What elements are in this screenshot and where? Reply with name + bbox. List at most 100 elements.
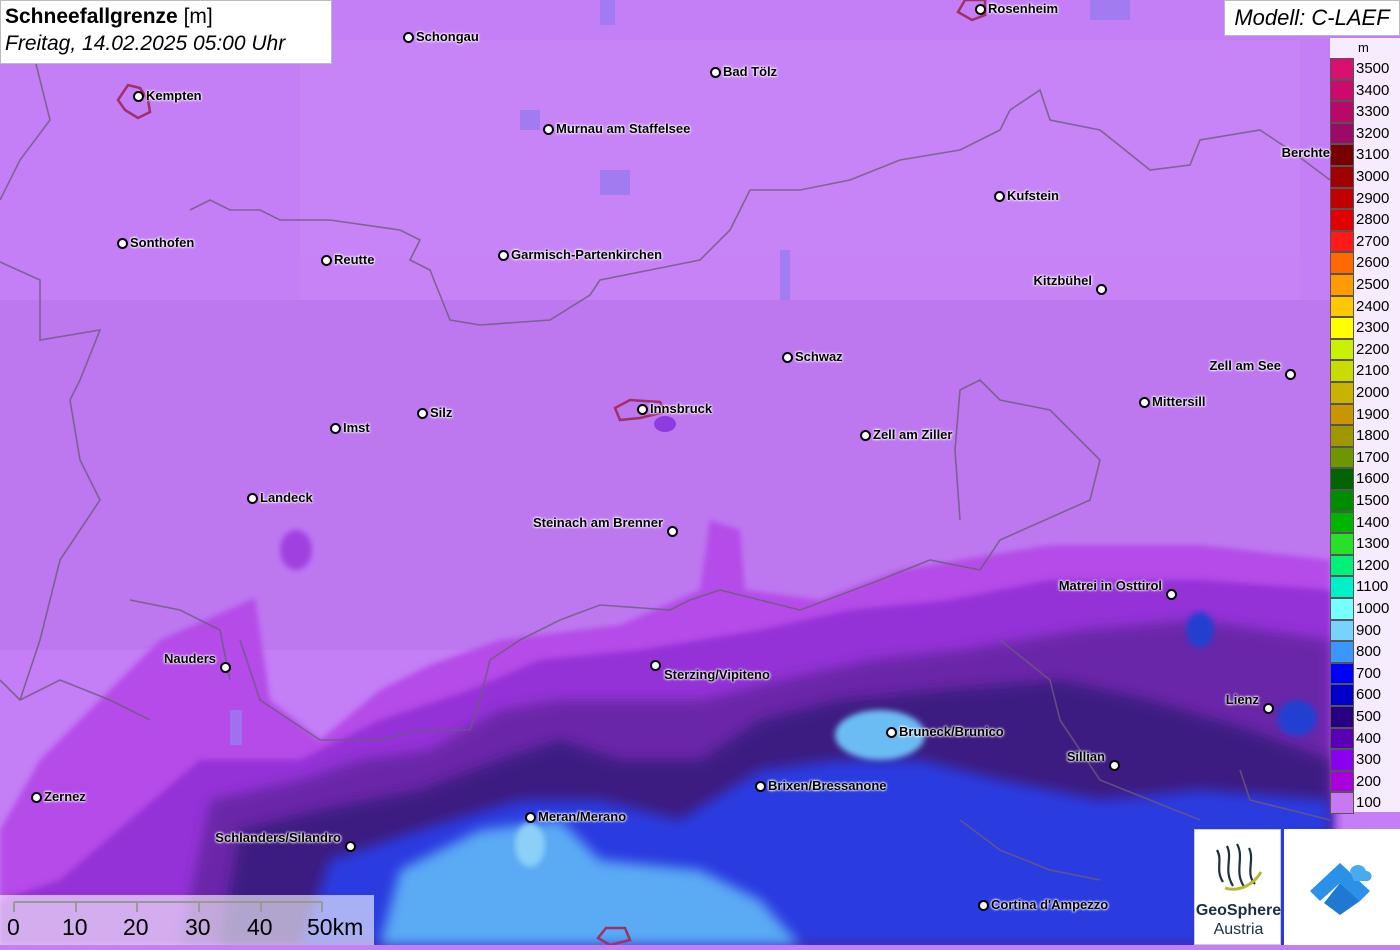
city-label: Sillian [1066,749,1105,764]
legend-label: 2700 [1356,232,1390,250]
city-label: Bad Tölz [723,64,778,79]
legend-entry: 1900 [1330,403,1400,426]
city-label: Schlanders/Silandro [215,830,341,845]
legend-swatch [1330,770,1354,793]
city-label: Landeck [260,490,313,505]
legend-label: 3000 [1356,168,1390,185]
city-label: Schwaz [795,349,843,364]
legend-entry: 2900 [1330,187,1400,210]
city-marker-icon [1284,368,1296,380]
city-label: Matrei in Osttirol [1058,578,1162,593]
city-marker-icon [885,726,897,738]
legend-label: 100 [1356,794,1382,812]
legend-entry: 1300 [1330,533,1400,555]
city-marker-icon [132,90,144,102]
legend-entry: 2700 [1330,230,1400,253]
legend-swatch [1330,533,1354,555]
legend-label: 700 [1356,664,1382,682]
legend-entry: 3400 [1330,79,1400,102]
legend-swatch [1330,727,1354,750]
legend-label: 2200 [1356,340,1390,358]
legend-label: 600 [1356,686,1382,704]
legend-entry: 1700 [1330,446,1400,469]
legend-swatch [1330,446,1354,469]
city-label: Zell am See [1209,358,1281,373]
city-marker-icon [859,429,871,441]
legend-label: 1700 [1356,448,1390,466]
scale-label: 20 [123,914,149,940]
legend-label: 1800 [1356,427,1390,445]
city-label: Rosenheim [988,1,1059,16]
legend-swatch [1330,274,1354,296]
legend-label: 2800 [1356,211,1390,229]
legend-swatch [1330,58,1354,80]
city-label: Nauders [163,651,216,666]
map-title: Schneefallgrenze [m] [5,5,213,28]
color-legend: m 3500 3400 3300 3200 3100 3000 2900 2800 2700 26… [1330,38,1400,814]
title-box: Schneefallgrenze [m] Freitag, 14.02.2025… [0,0,332,64]
legend-label: 500 [1356,708,1382,725]
legend-label: 200 [1356,772,1382,790]
city-marker-icon [497,249,509,261]
city-marker-icon [754,780,766,792]
legend-label: 400 [1356,729,1382,747]
legend-label: 2400 [1356,297,1390,315]
geosphere-logo[interactable]: GeoSphere Austria [1194,829,1281,945]
legend-label: 3400 [1356,81,1390,99]
legend-swatch [1330,360,1354,382]
legend-swatch [1330,403,1354,426]
legend-swatch [1330,252,1354,274]
legend-swatch [1330,576,1354,598]
city-label: Innsbruck [650,401,713,416]
legend-entry: 700 [1330,662,1400,685]
map-datetime: Freitag, 14.02.2025 05:00 Uhr [5,32,286,55]
legend-entry: 3200 [1330,122,1400,145]
city-label: Schongau [416,29,479,44]
city-label: Cortina d'Ampezzo [991,897,1109,912]
legend-entry: 3500 [1330,58,1400,80]
city-marker-icon [344,840,356,852]
city-marker-icon [649,659,661,671]
city-marker-icon [977,899,989,911]
legend-label: 1900 [1356,405,1390,423]
legend-swatch [1330,295,1354,318]
legend-entry: 1400 [1330,511,1400,534]
legend-swatch [1330,511,1354,534]
legend-entry: 500 [1330,706,1400,728]
model-label: Modell: C-LAEF [1224,0,1400,36]
city-marker-icon [1138,396,1150,408]
scale-bar: 0 10 20 30 40 50km [0,895,374,945]
legend-label: 1500 [1356,492,1390,509]
cloud-logo-icon [1310,863,1372,915]
city-label: Lienz [1225,692,1259,707]
legend-swatch [1330,317,1354,339]
legend-entry: 2000 [1330,382,1400,404]
city-label: Zell am Ziller [873,427,953,442]
legend-label: 3100 [1356,146,1390,164]
city-label: Sonthofen [130,235,195,250]
legend-entry: 800 [1330,641,1400,663]
legend-label: 1400 [1356,513,1390,531]
legend-swatch [1330,706,1354,728]
legend-entry: 2600 [1330,252,1400,274]
city-label: Mittersill [1152,394,1206,409]
legend-label: 3500 [1356,60,1390,77]
city-label: Sterzing/Vipiteno [664,667,770,682]
city-label: Kufstein [1007,188,1059,203]
legend-entry: 400 [1330,727,1400,750]
legend-swatch [1330,187,1354,210]
city-marker-icon [1262,702,1274,714]
city-marker-icon [993,190,1005,202]
legend-swatch [1330,641,1354,663]
city-label: Imst [343,420,370,435]
snowfall-limit-map[interactable] [0,0,1400,945]
legend-label: 2100 [1356,362,1390,380]
city-marker-icon [402,31,414,43]
scale-label: 10 [62,914,88,940]
legend-swatch [1330,792,1354,814]
legend-entry: 3100 [1330,144,1400,166]
legend-label: 900 [1356,621,1382,639]
scale-label: 50km [307,914,364,940]
legend-entry: 1800 [1330,425,1400,447]
weather-app-logo[interactable] [1284,829,1400,945]
